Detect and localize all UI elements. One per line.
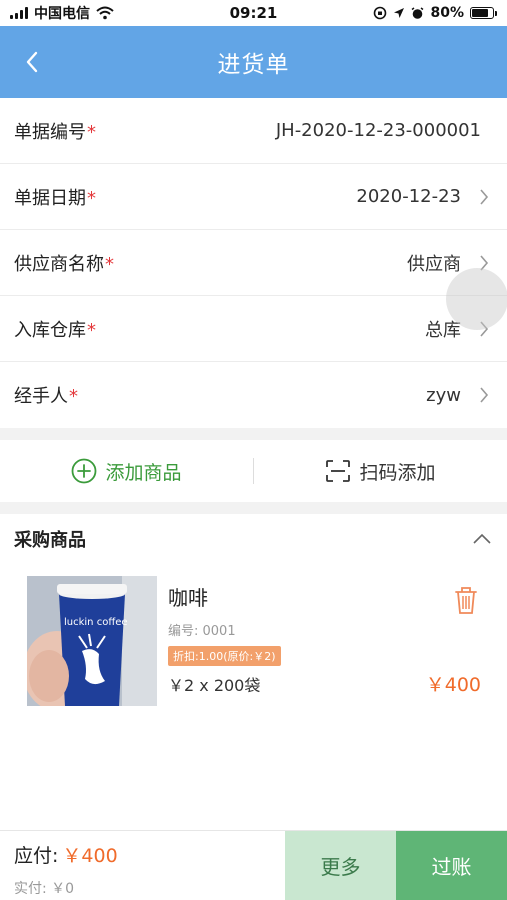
handler-value: zyw: [426, 384, 461, 406]
trash-icon: [455, 587, 477, 614]
amount-due-row: 应付: ￥400: [14, 841, 271, 868]
amount-paid: 实付: ￥0: [14, 881, 75, 897]
form-row-doc-date[interactable]: 单据日期* 2020-12-23: [0, 164, 507, 230]
section-title: 采购商品: [14, 530, 86, 551]
back-button[interactable]: [14, 44, 50, 80]
product-total: ￥400: [425, 674, 481, 696]
wifi-icon: [96, 6, 114, 20]
orientation-lock-icon: [374, 6, 387, 20]
add-product-button[interactable]: 添加商品: [0, 458, 253, 485]
form-row-handler[interactable]: 经手人* zyw: [0, 362, 507, 428]
bottom-bar: 应付: ￥400 实付: ￥0 更多 过账: [0, 830, 507, 900]
status-right: 80%: [307, 5, 497, 21]
chevron-right-icon: [475, 386, 493, 404]
purchase-section: 采购商品 luckin coffee 咖啡 编号: 0001 折扣:1.00(原…: [0, 514, 507, 830]
product-image-logo-text: luckin coffee: [64, 617, 128, 628]
more-button[interactable]: 更多: [285, 831, 396, 900]
amount-due-label: 应付:: [14, 845, 59, 867]
form-label: 单据日期*: [14, 187, 96, 209]
form-label: 入库仓库*: [14, 319, 96, 341]
form-row-doc-number: 单据编号* JH-2020-12-23-000001: [0, 98, 507, 164]
product-name: 咖啡: [168, 586, 208, 610]
order-form: 单据编号* JH-2020-12-23-000001 单据日期* 2020-12…: [0, 98, 507, 428]
scan-add-label: 扫码添加: [359, 461, 436, 484]
battery-percent: 80%: [430, 5, 464, 21]
amount-due-value: ￥400: [62, 845, 118, 867]
required-mark: *: [87, 319, 96, 341]
chevron-left-icon: [26, 51, 38, 73]
purchase-section-header[interactable]: 采购商品: [0, 514, 507, 564]
product-price-qty: ￥2 x 200袋: [168, 676, 261, 695]
signal-icon: [10, 7, 28, 19]
status-time: 09:21: [229, 4, 278, 22]
carrier-name: 中国电信: [34, 6, 90, 22]
delete-product-button[interactable]: [451, 584, 481, 616]
required-mark: *: [87, 121, 96, 143]
form-label: 经手人*: [14, 386, 78, 407]
add-circle-icon: [72, 458, 97, 484]
add-product-label: 添加商品: [105, 461, 182, 484]
scan-add-button[interactable]: 扫码添加: [254, 458, 507, 485]
action-bar: 添加商品 扫码添加: [0, 440, 507, 502]
form-row-supplier[interactable]: 供应商名称* 供应商: [0, 230, 507, 296]
required-mark: *: [87, 187, 96, 209]
product-item[interactable]: luckin coffee 咖啡 编号: 0001 折扣:1.00(原价:￥2)…: [0, 564, 507, 714]
required-mark: *: [105, 253, 114, 275]
supplier-value: 供应商: [407, 253, 461, 275]
status-bar: 中国电信 09:21 80%: [0, 0, 507, 26]
alarm-icon: [412, 6, 424, 19]
page-title: 进货单: [217, 52, 290, 78]
discount-badge: 折扣:1.00(原价:￥2): [168, 646, 281, 666]
form-label: 单据编号*: [14, 121, 96, 143]
totals: 应付: ￥400 实付: ￥0: [0, 831, 285, 900]
floating-assistive-button[interactable]: [446, 268, 507, 330]
battery-icon: [470, 7, 497, 19]
form-label: 供应商名称*: [14, 253, 114, 275]
required-mark: *: [69, 386, 78, 407]
product-image: luckin coffee: [27, 576, 157, 706]
scan-icon: [326, 460, 351, 482]
post-button[interactable]: 过账: [396, 831, 507, 900]
product-code: 编号: 0001: [168, 624, 236, 639]
nav-bar: 进货单: [0, 26, 507, 98]
doc-number-value: JH-2020-12-23-000001: [275, 120, 481, 141]
chevron-up-icon[interactable]: [471, 528, 493, 550]
doc-date-value: 2020-12-23: [356, 186, 461, 207]
form-row-warehouse[interactable]: 入库仓库* 总库: [0, 296, 507, 362]
location-icon: [394, 8, 405, 18]
status-left: 中国电信: [10, 3, 200, 23]
chevron-right-icon: [475, 188, 493, 206]
